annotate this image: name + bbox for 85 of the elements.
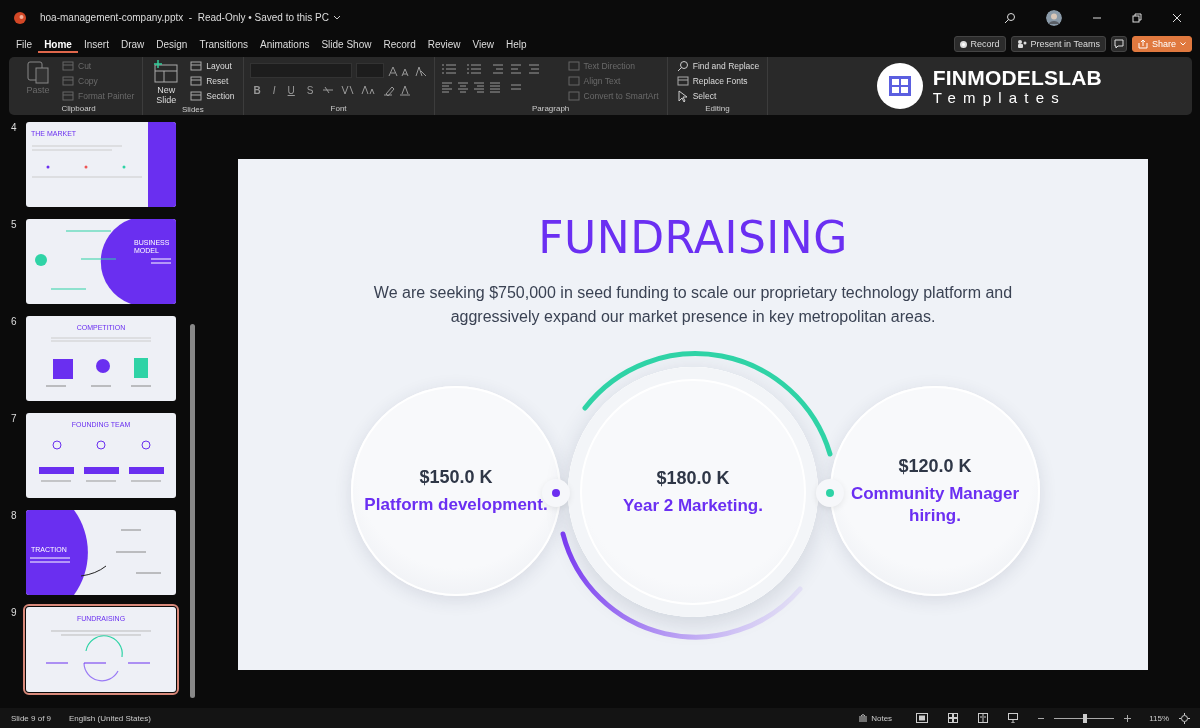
menu-tab[interactable]: Animations — [253, 35, 316, 53]
comment-button[interactable] — [1110, 36, 1127, 52]
share-icon — [1137, 39, 1148, 49]
command-icon — [189, 90, 204, 102]
menu-tab[interactable]: Insert — [77, 35, 115, 53]
menu-tab[interactable]: Design — [150, 35, 194, 53]
menu-tab[interactable]: Draw — [114, 35, 151, 53]
logo-name: FINMODELSLAB — [932, 67, 1102, 88]
present-in-teams-button[interactable]: Present in Teams — [1010, 36, 1106, 52]
menu-tab[interactable]: File — [10, 35, 39, 53]
menu-tab[interactable]: Review — [421, 35, 467, 53]
fit-to-window-icon[interactable] — [1179, 712, 1190, 724]
cursor-icon — [675, 90, 690, 102]
command-icon — [61, 75, 75, 87]
caret-icon — [1180, 42, 1186, 46]
slide-sorter-icon[interactable] — [948, 713, 959, 723]
text-format-icon[interactable] — [321, 84, 412, 96]
item-label: Platform development. — [364, 493, 548, 516]
command-icon — [566, 90, 581, 102]
slide-number: 7 — [11, 413, 18, 424]
group-label: Paragraph — [530, 104, 571, 115]
slide-counter: Slide 9 of 9 — [11, 713, 52, 723]
slide-title: FUNDRAISING — [538, 213, 848, 263]
window-title: hoa-management-company.pptx - Read-Only • Saved to this PC — [40, 12, 329, 23]
menu-tab[interactable]: Transitions — [193, 35, 254, 53]
amount-text: $120.0 K — [898, 455, 972, 477]
slide-body-text: We are seeking $750,000 in seed funding to scale our proprietary technology platform and aggressively expand our market presence in key metropolitan areas. — [372, 283, 1014, 327]
slide-number: 8 — [11, 510, 18, 521]
comment-icon — [1113, 39, 1124, 49]
reading-view-icon[interactable] — [978, 713, 989, 723]
slide-number: 9 — [11, 607, 18, 618]
slide-number: 4 — [11, 122, 18, 133]
slide-number: 6 — [11, 316, 18, 327]
record-button[interactable]: Record — [953, 36, 1006, 52]
command-icon — [61, 60, 75, 72]
command-icon — [189, 60, 204, 72]
slide-number: 5 — [11, 219, 18, 230]
close-icon[interactable] — [1172, 12, 1182, 23]
normal-view-icon[interactable] — [916, 713, 929, 723]
caret-icon[interactable] — [333, 14, 341, 21]
amount-text: $180.0 K — [656, 467, 730, 489]
slide-icon — [152, 59, 181, 85]
notes-button[interactable]: Notes — [858, 713, 893, 723]
menu-tab[interactable]: View — [466, 35, 500, 53]
item-label: Year 2 Marketing. — [623, 494, 763, 517]
notes-icon — [858, 714, 869, 722]
ribbon-button[interactable]: Reset — [187, 74, 237, 88]
ribbon-button[interactable]: Select — [673, 89, 762, 103]
command-icon — [675, 75, 690, 87]
ribbon-button[interactable]: Find and Replace — [673, 59, 762, 73]
logo-icon — [876, 63, 923, 109]
ribbon-button[interactable]: Layout — [187, 59, 237, 73]
group-label: Editing — [704, 104, 731, 115]
command-icon — [61, 90, 75, 102]
search-icon[interactable] — [1004, 11, 1016, 24]
ribbon-button[interactable]: Replace Fonts — [673, 74, 762, 88]
zoom-in-icon[interactable] — [1124, 714, 1132, 722]
restore-icon[interactable] — [1132, 12, 1142, 23]
group-label: Clipboard — [60, 104, 97, 115]
people-icon — [1016, 39, 1027, 49]
command-icon — [189, 75, 204, 87]
ribbon-large-button[interactable]: New Slide — [149, 59, 184, 105]
item-label: Community Manager hiring. — [849, 482, 1021, 527]
avatar-icon[interactable] — [1046, 9, 1062, 26]
group-label: Font — [329, 104, 348, 115]
menu-tab[interactable]: Help — [500, 35, 533, 53]
menu-tab[interactable]: Record — [377, 35, 422, 53]
search-icon — [675, 60, 690, 72]
command-icon — [566, 75, 581, 87]
logo-tagline: Templates — [932, 90, 1067, 105]
format-button[interactable]: B — [249, 84, 265, 96]
command-icon — [566, 60, 581, 72]
format-button[interactable]: I — [268, 84, 280, 96]
ribbon-button[interactable]: Section — [187, 89, 237, 103]
menu-tab[interactable]: Slide Show — [315, 35, 378, 53]
powerpoint-logo-icon — [14, 11, 26, 24]
group-label: Slides — [181, 105, 205, 116]
format-button[interactable]: S — [302, 84, 318, 96]
font-size-icon[interactable] — [387, 64, 428, 77]
menu-tab[interactable]: Home — [38, 35, 78, 53]
zoom-level: 115% — [1149, 713, 1169, 723]
slideshow-icon[interactable] — [1008, 713, 1019, 723]
language-status: English (United States) — [69, 713, 151, 723]
amount-text: $150.0 K — [419, 466, 493, 488]
format-button[interactable]: U — [283, 84, 299, 96]
